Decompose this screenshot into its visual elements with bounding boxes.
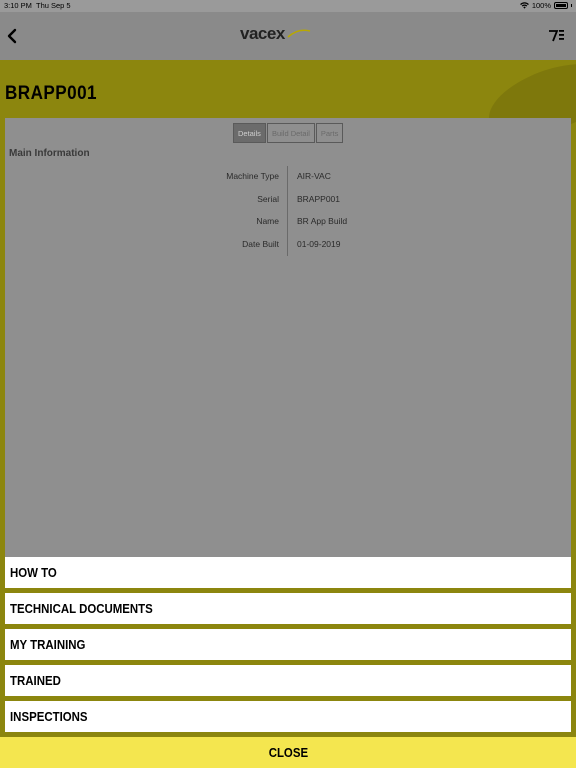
section-title: Main Information <box>9 148 90 159</box>
info-label: Date Built <box>242 238 279 249</box>
nav-bar: vacex <box>0 12 576 60</box>
status-right: 100% <box>519 1 572 10</box>
menu-item-inspections[interactable]: INSPECTIONS <box>5 701 571 732</box>
tab-build-detail[interactable]: Build Detail <box>266 123 315 143</box>
tab-details[interactable]: Details <box>233 123 266 143</box>
status-bar: 3:10 PM Thu Sep 5 100% <box>0 0 576 12</box>
menu-item-label: HOW TO <box>10 565 57 580</box>
logo-swoosh <box>287 29 311 38</box>
info-value: BRAPP001 <box>297 193 340 204</box>
status-date: Thu Sep 5 <box>36 1 71 10</box>
menu-item-label: TECHNICAL DOCUMENTS <box>10 601 153 616</box>
info-row-serial: Serial BRAPP001 <box>5 188 571 211</box>
close-label: CLOSE <box>268 745 308 760</box>
battery-percent: 100% <box>531 1 551 10</box>
info-row-machine-type: Machine Type AIR-VAC <box>5 165 571 188</box>
battery-icon <box>554 2 568 9</box>
wifi-icon <box>519 2 529 9</box>
info-value: 01-09-2019 <box>297 238 341 249</box>
details-panel: Details Build Detail Parts Main Informat… <box>5 118 571 568</box>
info-row-name: Name BR App Build <box>5 210 571 233</box>
chevron-left-icon <box>7 28 17 44</box>
info-label: Machine Type <box>226 171 279 181</box>
info-label: Name <box>256 216 279 226</box>
info-label: Serial <box>257 193 279 204</box>
tab-parts[interactable]: Parts <box>315 123 344 143</box>
menu-item-label: TRAINED <box>10 673 61 688</box>
info-value: BR App Build <box>297 216 348 226</box>
menu-item-label: MY TRAINING <box>10 637 86 652</box>
tab-bar: Details Build Detail Parts <box>233 123 344 143</box>
menu-item-technical-documents[interactable]: TECHNICAL DOCUMENTS <box>5 593 571 624</box>
close-button[interactable]: CLOSE <box>0 737 576 768</box>
menu-item-how-to[interactable]: HOW TO <box>5 557 571 588</box>
machine-title: BRAPP001 <box>5 83 97 104</box>
info-row-date-built: Date Built 01-09-2019 <box>5 233 571 256</box>
menu-item-my-training[interactable]: MY TRAINING <box>5 629 571 660</box>
battery-tip <box>571 4 572 7</box>
menu-item-trained[interactable]: TRAINED <box>5 665 571 696</box>
menu-list: HOW TO TECHNICAL DOCUMENTS MY TRAINING T… <box>5 557 571 737</box>
info-table: Machine Type AIR-VAC Serial BRAPP001 Nam… <box>5 165 571 255</box>
list-menu-button[interactable] <box>546 26 566 46</box>
vacex-logo: vacex <box>240 25 314 47</box>
back-button[interactable] <box>4 26 24 46</box>
menu-item-label: INSPECTIONS <box>10 709 88 724</box>
list-menu-icon <box>549 30 564 42</box>
status-time: 3:10 PM <box>4 1 32 10</box>
info-value: AIR-VAC <box>297 171 331 181</box>
